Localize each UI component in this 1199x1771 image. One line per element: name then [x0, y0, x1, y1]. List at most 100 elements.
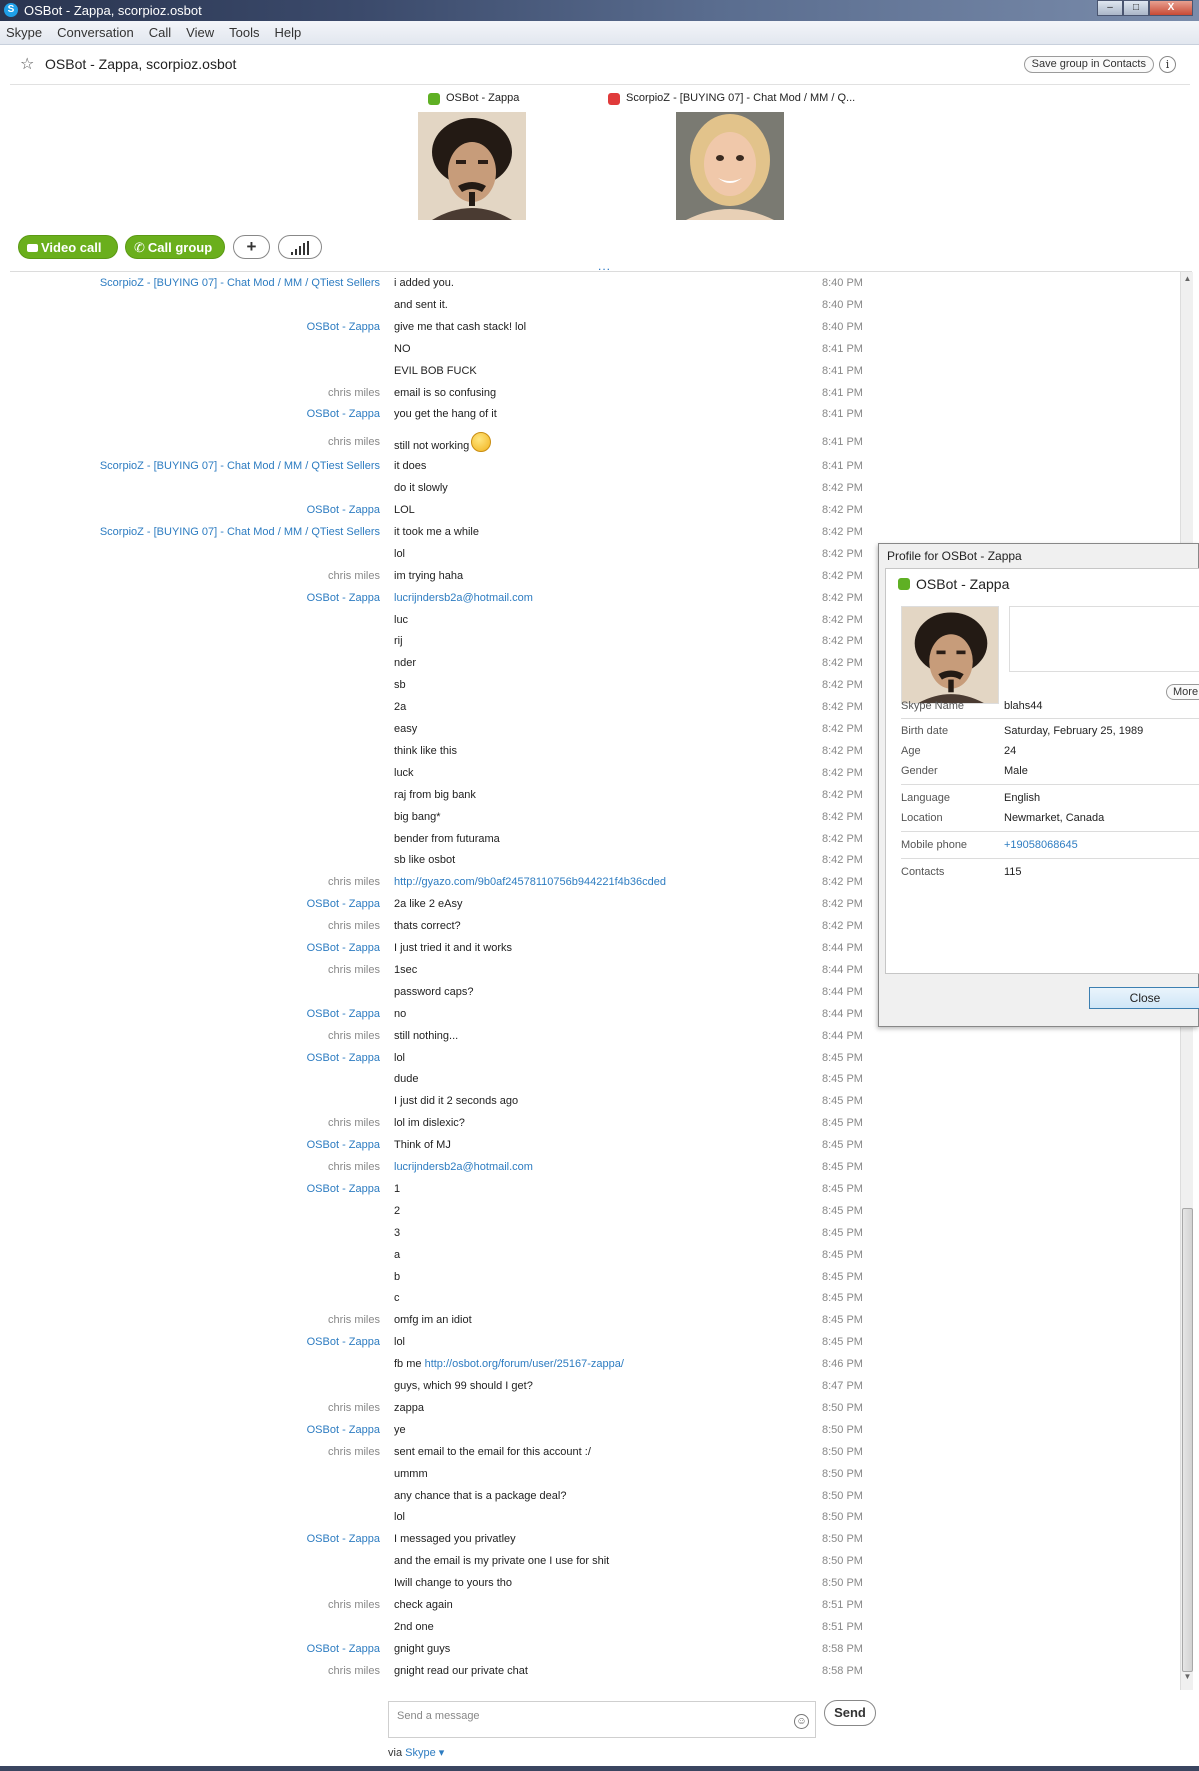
scroll-up-arrow-icon[interactable]: ▲: [1182, 274, 1193, 286]
message-sender[interactable]: chris miles: [328, 1161, 380, 1173]
video-call-button[interactable]: Video call: [18, 235, 118, 259]
info-icon[interactable]: i: [1159, 56, 1176, 73]
menu-view[interactable]: View: [186, 25, 214, 40]
message-text: luck: [394, 766, 414, 779]
message-row: 3 8:45 PM: [0, 1223, 870, 1243]
menu-tools[interactable]: Tools: [229, 25, 259, 40]
message-sender[interactable]: chris miles: [328, 920, 380, 932]
menu-help[interactable]: Help: [274, 25, 301, 40]
scroll-down-arrow-icon[interactable]: ▼: [1182, 1672, 1193, 1684]
message-timestamp: 8:41 PM: [822, 436, 863, 449]
skype-logo-icon: S: [4, 3, 18, 17]
message-row: 2nd one 8:51 PM: [0, 1617, 870, 1637]
send-button[interactable]: Send: [824, 1700, 876, 1726]
window-close-button[interactable]: X: [1149, 0, 1193, 16]
message-sender[interactable]: chris miles: [328, 1314, 380, 1326]
message-text: big bang*: [394, 810, 441, 823]
menu-conversation[interactable]: Conversation: [57, 25, 134, 40]
message-sender[interactable]: OSBot - Zappa: [307, 1008, 380, 1020]
minimize-button[interactable]: –: [1097, 0, 1123, 16]
divider: [901, 784, 1199, 785]
message-row: chris miles check again 8:51 PM: [0, 1595, 870, 1615]
save-group-button[interactable]: Save group in Contacts: [1023, 56, 1154, 73]
message-sender[interactable]: chris miles: [328, 436, 380, 448]
message-row: OSBot - Zappa no 8:44 PM: [0, 1004, 870, 1024]
message-sender[interactable]: OSBot - Zappa: [307, 898, 380, 910]
message-sender[interactable]: ScorpioZ - [BUYING 07] - Chat Mod / MM /…: [100, 460, 380, 472]
close-button[interactable]: Close: [1089, 987, 1199, 1009]
call-quality-button[interactable]: [278, 235, 322, 259]
message-text: a: [394, 1248, 401, 1261]
message-timestamp: 8:45 PM: [822, 1182, 863, 1195]
divider: [10, 271, 1192, 272]
message-text: 2a: [394, 701, 407, 714]
scrollbar-thumb[interactable]: [1182, 1208, 1193, 1672]
menu-skype[interactable]: Skype: [6, 25, 42, 40]
message-sender[interactable]: OSBot - Zappa: [307, 592, 380, 604]
message-link[interactable]: http://gyazo.com/9b0af24578110756b944221…: [394, 876, 666, 888]
message-link[interactable]: lucrijndersb2a@hotmail.com: [394, 1161, 533, 1173]
via-skype-dropdown[interactable]: Skype ▾: [405, 1747, 444, 1759]
via-selector: via Skype ▾: [388, 1747, 445, 1759]
message-sender[interactable]: OSBot - Zappa: [307, 942, 380, 954]
message-row: rij 8:42 PM: [0, 631, 870, 651]
emoticon-icon[interactable]: ☺: [794, 1714, 809, 1729]
phone-number-link[interactable]: +19058068645: [1004, 839, 1078, 851]
message-sender[interactable]: OSBot - Zappa: [307, 504, 380, 516]
maximize-button[interactable]: □: [1123, 0, 1149, 16]
message-timestamp: 8:42 PM: [822, 766, 863, 779]
message-sender[interactable]: chris miles: [328, 876, 380, 888]
message-sender[interactable]: OSBot - Zappa: [307, 321, 380, 333]
message-text: 1: [394, 1182, 401, 1195]
message-sender[interactable]: OSBot - Zappa: [307, 1336, 380, 1348]
message-text: 2: [394, 1204, 401, 1217]
message-sender[interactable]: chris miles: [328, 1446, 380, 1458]
message-sender[interactable]: OSBot - Zappa: [307, 1533, 380, 1545]
message-sender[interactable]: OSBot - Zappa: [307, 1424, 380, 1436]
message-sender[interactable]: chris miles: [328, 964, 380, 976]
message-sender[interactable]: OSBot - Zappa: [307, 1052, 380, 1064]
message-input[interactable]: [395, 1706, 775, 1726]
menu-bar: Skype Conversation Call View Tools Help: [0, 21, 1199, 45]
message-sender[interactable]: ScorpioZ - [BUYING 07] - Chat Mod / MM /…: [100, 277, 380, 289]
message-sender[interactable]: OSBot - Zappa: [307, 408, 380, 420]
message-sender[interactable]: chris miles: [328, 1665, 380, 1677]
call-group-button[interactable]: ✆ Call group: [125, 235, 225, 259]
message-timestamp: 8:51 PM: [822, 1599, 863, 1611]
message-timestamp: 8:44 PM: [822, 985, 863, 998]
message-row: bender from futurama 8:42 PM: [0, 829, 870, 849]
message-sender[interactable]: OSBot - Zappa: [307, 1139, 380, 1151]
favorite-star-icon[interactable]: ☆: [20, 54, 34, 74]
message-sender[interactable]: chris miles: [328, 570, 380, 582]
message-row: b 8:45 PM: [0, 1267, 870, 1287]
message-text: 2a like 2 eAsy: [394, 898, 463, 911]
message-link[interactable]: lucrijndersb2a@hotmail.com: [394, 592, 533, 604]
message-timestamp: 8:45 PM: [822, 1117, 863, 1130]
message-timestamp: 8:42 PM: [822, 898, 863, 911]
message-text: password caps?: [394, 985, 474, 998]
message-timestamp: 8:45 PM: [822, 1270, 863, 1283]
message-timestamp: 8:58 PM: [822, 1664, 863, 1677]
message-sender[interactable]: chris miles: [328, 387, 380, 399]
window-controls: – □ X: [1097, 0, 1193, 18]
message-sender[interactable]: OSBot - Zappa: [307, 1183, 380, 1195]
dialog-title: Profile for OSBot - Zappa: [887, 549, 1022, 563]
message-sender[interactable]: chris miles: [328, 1117, 380, 1129]
message-link[interactable]: http://osbot.org/forum/user/25167-zappa/: [425, 1358, 624, 1370]
add-participant-button[interactable]: +: [233, 235, 270, 259]
message-sender[interactable]: chris miles: [328, 1599, 380, 1611]
mood-message-box: [1009, 606, 1199, 672]
message-sender[interactable]: chris miles: [328, 1030, 380, 1042]
message-text: lol: [394, 547, 406, 560]
profile-field-age: Age 24: [901, 745, 1017, 757]
menu-call[interactable]: Call: [149, 25, 171, 40]
message-row: chris miles still nothing... 8:44 PM: [0, 1026, 870, 1046]
message-timestamp: 8:45 PM: [822, 1248, 863, 1261]
message-row: I just did it 2 seconds ago 8:45 PM: [0, 1091, 870, 1111]
message-row: sb 8:42 PM: [0, 675, 870, 695]
message-sender[interactable]: OSBot - Zappa: [307, 1643, 380, 1655]
video-camera-icon: [27, 243, 38, 252]
message-sender[interactable]: chris miles: [328, 1402, 380, 1414]
message-sender[interactable]: ScorpioZ - [BUYING 07] - Chat Mod / MM /…: [100, 526, 380, 538]
message-text: fb me http://osbot.org/forum/user/25167-…: [394, 1358, 624, 1371]
